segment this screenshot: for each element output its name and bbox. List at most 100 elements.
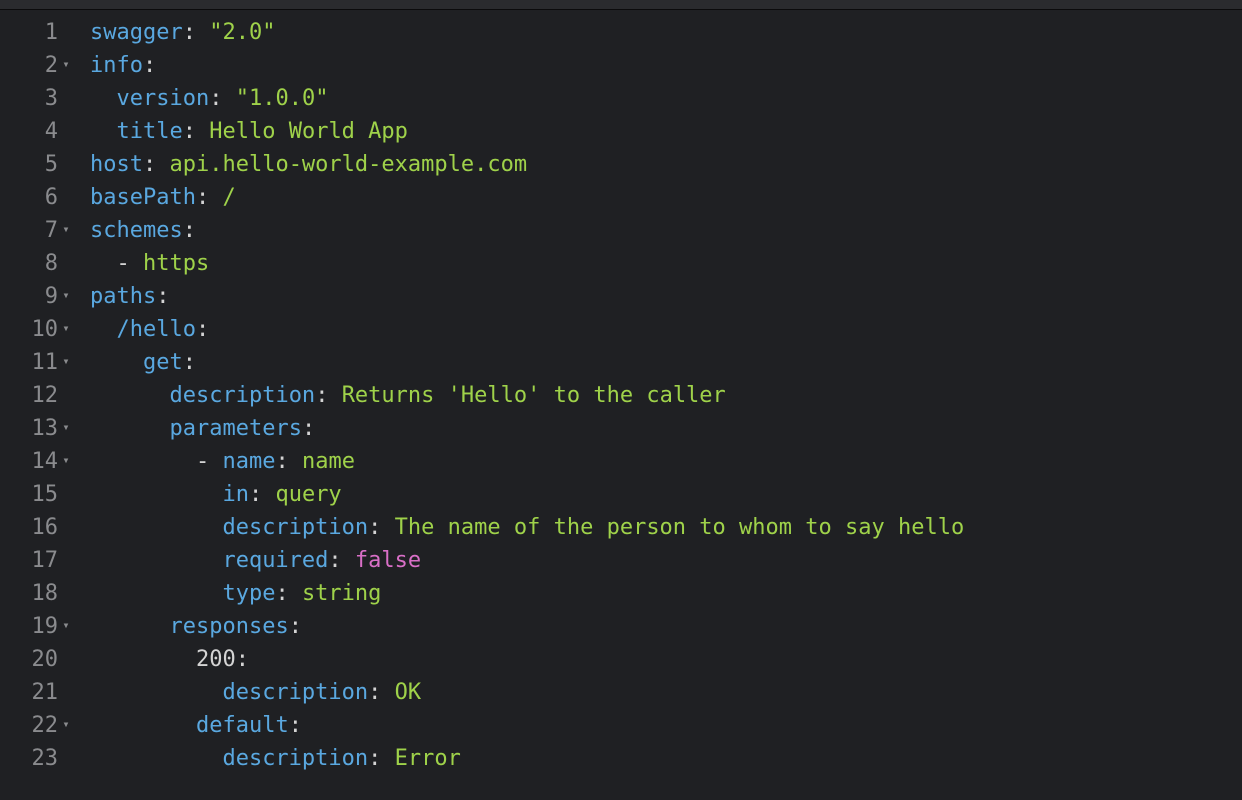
code-line[interactable]: basePath: / xyxy=(90,181,1242,214)
code-line[interactable]: description: Error xyxy=(90,742,1242,775)
code-token-plain xyxy=(90,416,169,441)
code-token-punct: - xyxy=(196,449,223,474)
code-token-str: string xyxy=(302,581,381,606)
line-number: 12 xyxy=(0,379,80,412)
fold-toggle-icon[interactable]: ▾ xyxy=(60,708,72,741)
code-token-punct: : xyxy=(236,647,249,672)
line-number-text: 20 xyxy=(32,647,59,672)
line-number: 22▾ xyxy=(0,709,80,742)
line-number: 1 xyxy=(0,16,80,49)
line-number-text: 10 xyxy=(32,317,59,342)
line-number: 17 xyxy=(0,544,80,577)
code-token-punct: : xyxy=(302,416,315,441)
code-line[interactable]: swagger: "2.0" xyxy=(90,16,1242,49)
code-token-plain xyxy=(90,86,117,111)
code-token-key: in xyxy=(222,482,249,507)
code-token-key: info xyxy=(90,53,143,78)
code-token-key: description xyxy=(222,746,368,771)
code-token-punct: : xyxy=(196,317,209,342)
code-line[interactable]: type: string xyxy=(90,577,1242,610)
code-token-key: title xyxy=(117,119,183,144)
code-token-key: description xyxy=(222,680,368,705)
line-number: 6 xyxy=(0,181,80,214)
code-token-punct: : xyxy=(183,20,210,45)
code-token-key: basePath xyxy=(90,185,196,210)
code-line[interactable]: default: xyxy=(90,709,1242,742)
code-token-key: description xyxy=(169,383,315,408)
code-line[interactable]: paths: xyxy=(90,280,1242,313)
code-editor[interactable]: 12▾34567▾89▾10▾11▾1213▾14▾1516171819▾202… xyxy=(0,10,1242,800)
line-number: 13▾ xyxy=(0,412,80,445)
code-line[interactable]: required: false xyxy=(90,544,1242,577)
code-line[interactable]: responses: xyxy=(90,610,1242,643)
line-number: 5 xyxy=(0,148,80,181)
code-token-str: OK xyxy=(395,680,422,705)
code-token-key: get xyxy=(143,350,183,375)
code-token-punct: - xyxy=(117,251,144,276)
code-line[interactable]: description: The name of the person to w… xyxy=(90,511,1242,544)
code-token-key: type xyxy=(222,581,275,606)
fold-toggle-icon[interactable]: ▾ xyxy=(60,48,72,81)
code-token-key: parameters xyxy=(169,416,301,441)
line-number-text: 18 xyxy=(32,581,59,606)
line-number: 11▾ xyxy=(0,346,80,379)
code-line[interactable]: version: "1.0.0" xyxy=(90,82,1242,115)
code-token-key: required xyxy=(222,548,328,573)
fold-toggle-icon[interactable]: ▾ xyxy=(60,279,72,312)
code-token-str: name xyxy=(302,449,355,474)
code-line[interactable]: /hello: xyxy=(90,313,1242,346)
code-line[interactable]: schemes: xyxy=(90,214,1242,247)
code-line[interactable]: - https xyxy=(90,247,1242,280)
code-token-plain xyxy=(90,713,196,738)
code-token-plain xyxy=(90,350,143,375)
code-line[interactable]: 200: xyxy=(90,643,1242,676)
line-number-text: 3 xyxy=(45,86,58,111)
code-token-plain xyxy=(90,251,117,276)
line-number-text: 11 xyxy=(32,350,59,375)
fold-toggle-icon[interactable]: ▾ xyxy=(60,609,72,642)
line-number-text: 12 xyxy=(32,383,59,408)
code-token-plain xyxy=(90,449,196,474)
line-number-text: 1 xyxy=(45,20,58,45)
code-token-plain xyxy=(90,119,117,144)
code-token-key: version xyxy=(117,86,210,111)
fold-toggle-icon[interactable]: ▾ xyxy=(60,345,72,378)
code-token-plain xyxy=(90,614,169,639)
line-number: 14▾ xyxy=(0,445,80,478)
line-number-text: 22 xyxy=(32,713,59,738)
line-number-text: 15 xyxy=(32,482,59,507)
code-token-str: Returns 'Hello' to the caller xyxy=(342,383,726,408)
line-number: 2▾ xyxy=(0,49,80,82)
line-number: 21 xyxy=(0,676,80,709)
code-line[interactable]: description: OK xyxy=(90,676,1242,709)
code-line[interactable]: parameters: xyxy=(90,412,1242,445)
code-token-plain xyxy=(90,383,169,408)
line-number-text: 13 xyxy=(32,416,59,441)
line-number: 4 xyxy=(0,115,80,148)
line-number: 23 xyxy=(0,742,80,775)
fold-toggle-icon[interactable]: ▾ xyxy=(60,213,72,246)
line-number-text: 17 xyxy=(32,548,59,573)
fold-toggle-icon[interactable]: ▾ xyxy=(60,411,72,444)
fold-toggle-icon[interactable]: ▾ xyxy=(60,444,72,477)
line-number-text: 19 xyxy=(32,614,59,639)
code-line[interactable]: info: xyxy=(90,49,1242,82)
line-number-text: 7 xyxy=(45,218,58,243)
code-line[interactable]: host: api.hello-world-example.com xyxy=(90,148,1242,181)
code-token-str: "1.0.0" xyxy=(236,86,329,111)
code-token-punct: : xyxy=(156,284,169,309)
line-number-text: 23 xyxy=(32,746,59,771)
code-line[interactable]: - name: name xyxy=(90,445,1242,478)
code-line[interactable]: get: xyxy=(90,346,1242,379)
code-line[interactable]: title: Hello World App xyxy=(90,115,1242,148)
code-token-str: The name of the person to whom to say he… xyxy=(395,515,965,540)
fold-toggle-icon[interactable]: ▾ xyxy=(60,312,72,345)
code-area[interactable]: swagger: "2.0"info: version: "1.0.0" tit… xyxy=(80,10,1242,800)
code-token-plain xyxy=(90,647,196,672)
code-token-plain xyxy=(90,317,117,342)
code-line[interactable]: description: Returns 'Hello' to the call… xyxy=(90,379,1242,412)
code-token-punct: : xyxy=(328,548,355,573)
code-token-punct: : xyxy=(143,53,156,78)
line-number: 9▾ xyxy=(0,280,80,313)
code-line[interactable]: in: query xyxy=(90,478,1242,511)
